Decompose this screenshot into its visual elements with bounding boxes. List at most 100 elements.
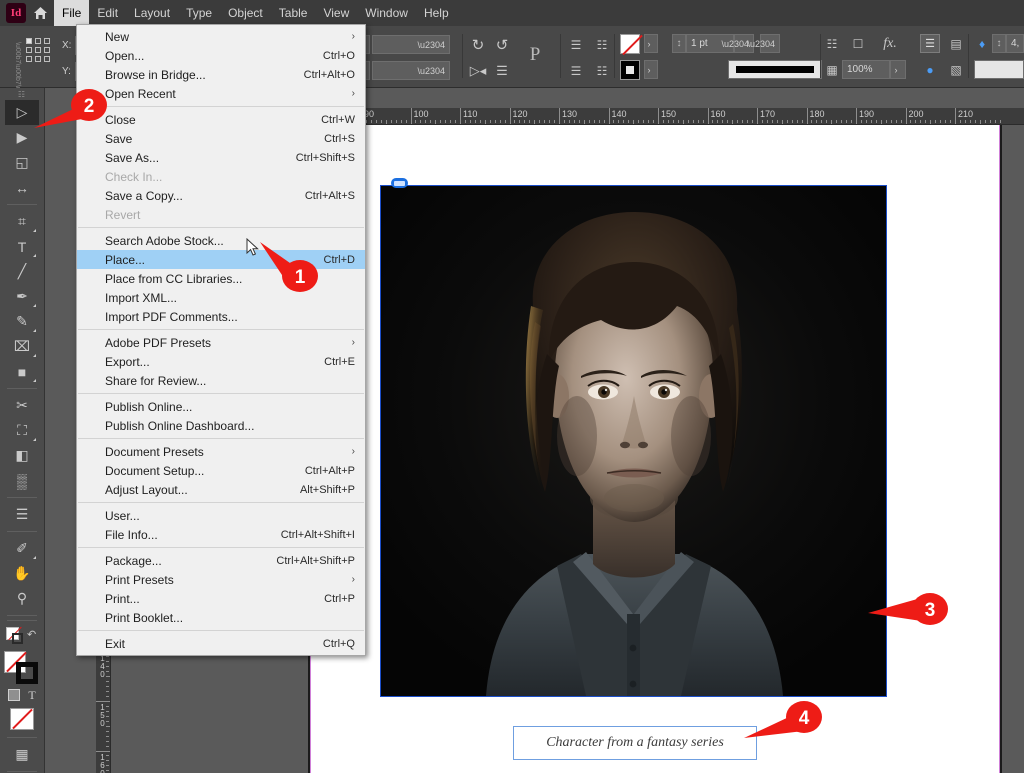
home-icon[interactable]: [26, 0, 54, 26]
menu-layout[interactable]: Layout: [126, 0, 178, 26]
gap-tool[interactable]: ↔: [5, 175, 39, 200]
rotate-counterclockwise-icon[interactable]: ↺: [492, 35, 512, 55]
wrap-offset-input[interactable]: 4,: [1006, 34, 1024, 53]
menu-view[interactable]: View: [315, 0, 357, 26]
fill-swatch-menu[interactable]: ›: [644, 34, 658, 53]
effects-fx-icon[interactable]: fx.: [880, 34, 900, 54]
hand-tool[interactable]: ✋: [5, 561, 39, 586]
swap-fill-stroke-icon[interactable]: ↶: [27, 628, 36, 641]
type-tool[interactable]: T: [5, 234, 39, 259]
menu-item-print-booklet[interactable]: Print Booklet...: [77, 608, 365, 627]
caption-text-frame[interactable]: Character from a fantasy series: [513, 726, 757, 760]
distribute-horizontal-icon[interactable]: ☷: [592, 35, 612, 55]
fill-swatch[interactable]: [620, 34, 640, 54]
menu-table[interactable]: Table: [271, 0, 316, 26]
placed-image-frame[interactable]: [380, 178, 887, 697]
opacity-dropdown[interactable]: ›: [890, 60, 906, 79]
menu-help[interactable]: Help: [416, 0, 457, 26]
file-dropdown-menu[interactable]: New › Open... Ctrl+O Browse in Bridge... Ctrl…: [76, 24, 366, 656]
menu-item-adobe-pdf-presets[interactable]: Adobe PDF Presets ›: [77, 333, 365, 352]
text-wrap-none-button[interactable]: ☰: [920, 34, 940, 53]
menu-item-exit[interactable]: Exit Ctrl+Q: [77, 634, 365, 653]
menu-item-new[interactable]: New ›: [77, 27, 365, 46]
stroke-weight-stepper[interactable]: ↕: [672, 34, 686, 53]
frame-fitting-icon[interactable]: ☐: [848, 34, 868, 54]
flip-horizontal-icon[interactable]: ▷◂: [468, 61, 488, 81]
apply-none-icon[interactable]: [10, 708, 34, 730]
pen-tool[interactable]: ✒: [5, 284, 39, 309]
menu-item-open[interactable]: Open... Ctrl+O: [77, 46, 365, 65]
ruler-minor-tick: [910, 120, 912, 123]
menu-item-package[interactable]: Package... Ctrl+Alt+Shift+P: [77, 551, 365, 570]
quick-apply-icon[interactable]: ♦: [972, 34, 992, 54]
eyedropper-tool[interactable]: ✐: [5, 536, 39, 561]
formatting-affects-container-icon[interactable]: [8, 689, 21, 701]
menu-item-print-presets[interactable]: Print Presets ›: [77, 570, 365, 589]
stroke-swatch[interactable]: [620, 60, 640, 80]
menu-item-save[interactable]: Save Ctrl+S: [77, 129, 365, 148]
menu-item-document-setup[interactable]: Document Setup... Ctrl+Alt+P: [77, 461, 365, 480]
opacity-input[interactable]: 100%: [842, 60, 890, 79]
line-tool[interactable]: ╱: [5, 259, 39, 284]
transparency-icon[interactable]: ▦: [822, 60, 842, 80]
menu-item-adjust-layout[interactable]: Adjust Layout... Alt+Shift+P: [77, 480, 365, 499]
reference-point-proxy[interactable]: [26, 38, 52, 64]
menu-edit[interactable]: Edit: [89, 0, 126, 26]
text-wrap-bounding-icon[interactable]: ▤: [946, 34, 966, 54]
align-top-icon[interactable]: ☰: [566, 35, 586, 55]
stroke-style-preview[interactable]: [728, 60, 822, 79]
app-logo-icon[interactable]: Id: [6, 3, 26, 23]
stroke-swatch-menu[interactable]: ›: [644, 60, 658, 79]
scissors-tool[interactable]: ✂: [5, 393, 39, 418]
text-wrap-object-shape-icon[interactable]: ●: [920, 60, 940, 80]
formatting-affects-text-icon[interactable]: T: [28, 688, 35, 703]
zoom-tool[interactable]: ⚲: [5, 586, 39, 611]
menu-item-save-a-copy[interactable]: Save a Copy... Ctrl+Alt+S: [77, 186, 365, 205]
menu-item-document-presets[interactable]: Document Presets ›: [77, 442, 365, 461]
rectangle-tool[interactable]: ■: [5, 359, 39, 384]
menu-separator: [78, 227, 364, 228]
menu-file[interactable]: File: [54, 0, 90, 26]
text-wrap-jump-icon[interactable]: ▧: [946, 60, 966, 80]
stroke-swatch-large[interactable]: [16, 662, 38, 684]
menu-item-print[interactable]: Print... Ctrl+P: [77, 589, 365, 608]
wrap-offset-stepper[interactable]: ↕: [992, 34, 1006, 53]
menu-item-share-for-review[interactable]: Share for Review...: [77, 371, 365, 390]
menu-item-publish-online-dashboard[interactable]: Publish Online Dashboard...: [77, 416, 365, 435]
pencil-tool[interactable]: ✎: [5, 309, 39, 334]
menu-item-open-recent[interactable]: Open Recent ›: [77, 84, 365, 103]
note-tool[interactable]: ☰: [5, 502, 39, 527]
menu-item-import-pdf-comments[interactable]: Import PDF Comments...: [77, 307, 365, 326]
menu-object[interactable]: Object: [220, 0, 271, 26]
view-mode-preview-icon[interactable]: ▦: [5, 742, 39, 767]
gradient-feather-tool[interactable]: ▒: [5, 468, 39, 493]
ruler-minor-tick: [106, 710, 109, 712]
gradient-swatch-tool[interactable]: ◧: [5, 443, 39, 468]
menu-item-publish-online[interactable]: Publish Online...: [77, 397, 365, 416]
rotation-dropdown[interactable]: \u2304: [372, 35, 450, 54]
placed-image[interactable]: [381, 186, 886, 696]
content-collector-tool[interactable]: ⌗: [5, 209, 39, 234]
select-content-icon[interactable]: ☷: [822, 34, 842, 54]
align-bottom-icon[interactable]: ☰: [566, 61, 586, 81]
mini-stroke-swatch[interactable]: [12, 633, 23, 644]
distribute-vertical-icon[interactable]: ☷: [592, 61, 612, 81]
menu-item-save-as[interactable]: Save As... Ctrl+Shift+S: [77, 148, 365, 167]
flip-vertical-icon[interactable]: ☰: [492, 61, 512, 81]
stroke-type-dropdown[interactable]: \u2304: [747, 34, 780, 53]
menu-item-user[interactable]: User...: [77, 506, 365, 525]
ruler-minor-tick: [959, 120, 961, 123]
menu-item-close[interactable]: Close Ctrl+W: [77, 110, 365, 129]
menu-window[interactable]: Window: [357, 0, 416, 26]
free-transform-tool[interactable]: ⛶: [5, 418, 39, 443]
rotate-clockwise-icon[interactable]: ↻: [468, 35, 488, 55]
menu-type[interactable]: Type: [178, 0, 220, 26]
shear-dropdown[interactable]: \u2304: [372, 61, 450, 80]
page-tool[interactable]: ◱: [5, 150, 39, 175]
menu-item-file-info[interactable]: File Info... Ctrl+Alt+Shift+I: [77, 525, 365, 544]
menu-item-export[interactable]: Export... Ctrl+E: [77, 352, 365, 371]
ruler-minor-tick: [405, 120, 407, 123]
menu-item-browse-in-bridge[interactable]: Browse in Bridge... Ctrl+Alt+O: [77, 65, 365, 84]
frame-tool[interactable]: ⌧: [5, 334, 39, 359]
link-badge-icon[interactable]: [391, 178, 408, 188]
